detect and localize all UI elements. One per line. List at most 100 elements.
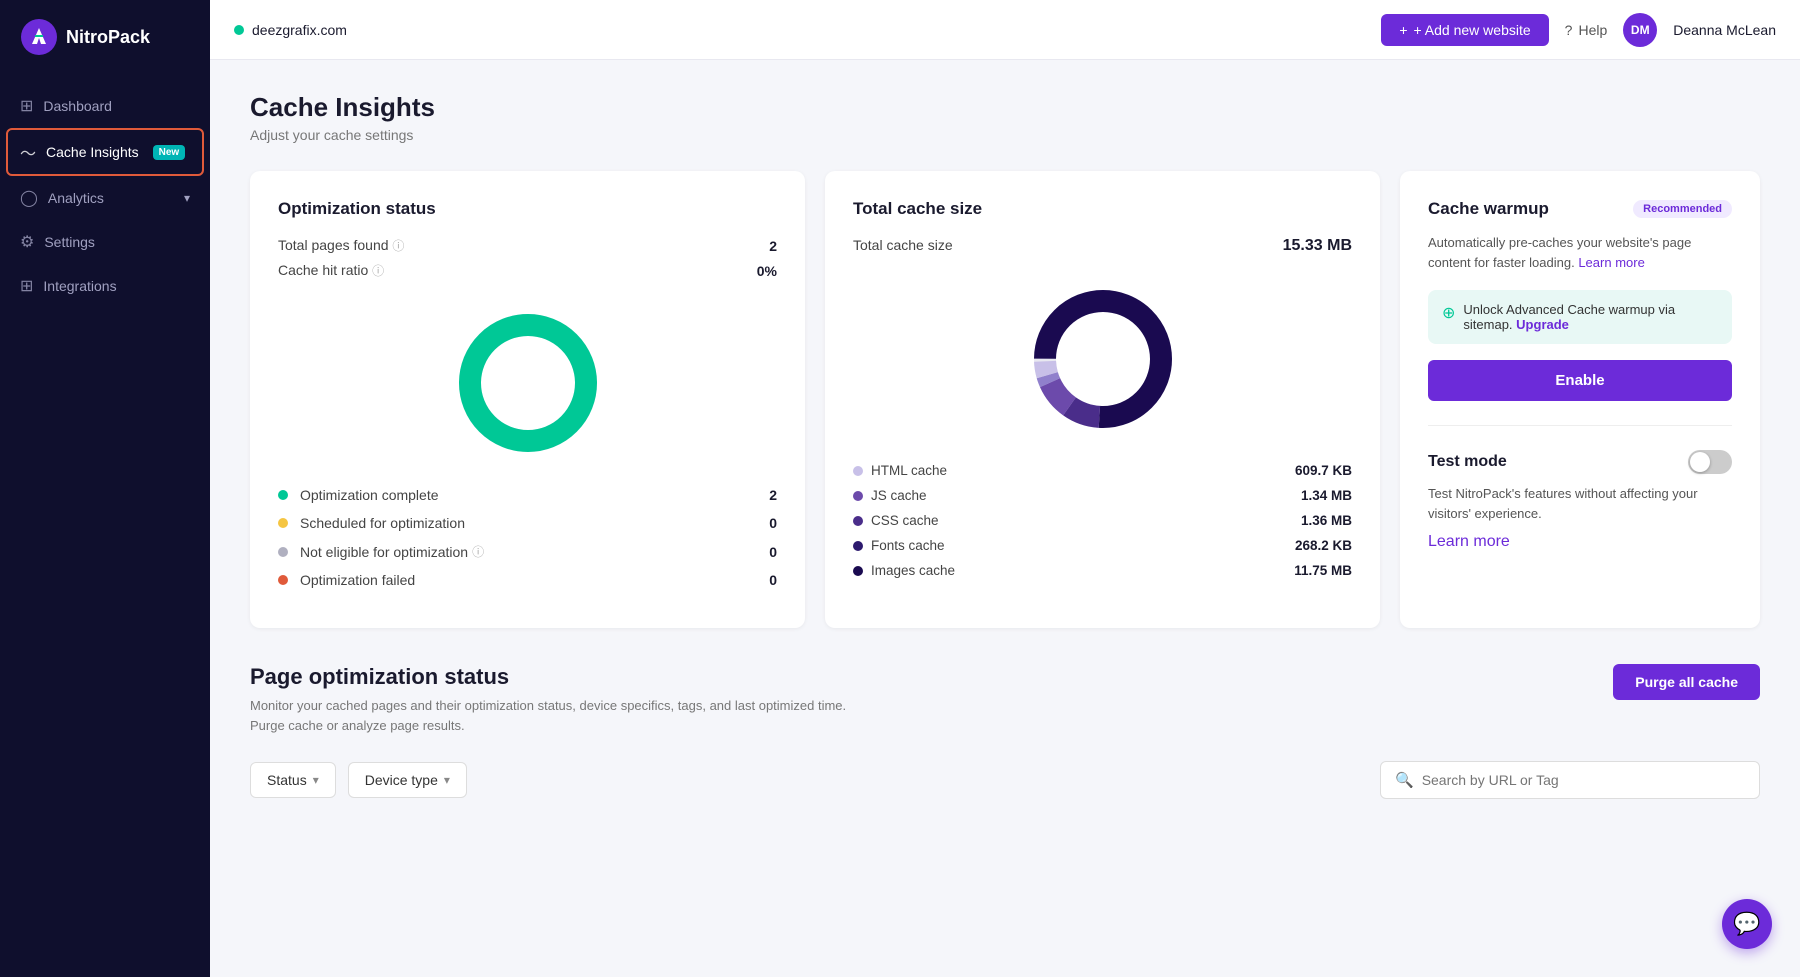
- info-icon[interactable]: ⓘ: [372, 264, 384, 278]
- cache-total-label: Total cache size: [853, 237, 953, 255]
- sidebar-item-label: Analytics: [48, 190, 104, 206]
- legend-item-not-eligible: Not eligible for optimization ⓘ 0: [278, 543, 777, 560]
- cache-total-row: Total cache size 15.33 MB: [853, 237, 1352, 255]
- cache-dot-images: [853, 566, 863, 576]
- warmup-description: Automatically pre-caches your website's …: [1428, 233, 1732, 272]
- js-cache-size: 1.34 MB: [1301, 488, 1352, 503]
- add-website-button[interactable]: + + Add new website: [1381, 14, 1548, 46]
- cache-dot-fonts: [853, 541, 863, 551]
- sidebar-item-cache-insights[interactable]: 〜 Cache Insights New: [8, 130, 202, 174]
- sidebar-item-analytics[interactable]: ◯ Analytics ▾: [0, 176, 210, 220]
- page-title: Cache Insights: [250, 92, 1760, 123]
- cache-hit-value: 0%: [757, 263, 777, 279]
- test-mode-description: Test NitroPack's features without affect…: [1428, 484, 1732, 523]
- toggle-knob: [1690, 452, 1710, 472]
- cache-legend-js: JS cache 1.34 MB: [853, 488, 1352, 503]
- optimization-status-title: Optimization status: [278, 199, 777, 219]
- cards-row: Optimization status Total pages found ⓘ …: [250, 171, 1760, 628]
- legend-dot-complete: [278, 490, 288, 500]
- page-content-area: Cache Insights Adjust your cache setting…: [210, 60, 1800, 977]
- legend-count-not-eligible: 0: [769, 544, 777, 560]
- site-indicator: deezgrafix.com: [234, 22, 347, 38]
- page-subtitle: Adjust your cache settings: [250, 127, 1760, 143]
- legend-item-complete: Optimization complete 2: [278, 487, 777, 503]
- cache-donut-svg: [1023, 279, 1183, 439]
- cache-hit-label: Cache hit ratio ⓘ: [278, 262, 384, 279]
- images-cache-size: 11.75 MB: [1294, 563, 1352, 578]
- user-avatar: DM: [1623, 13, 1657, 47]
- header-right: + + Add new website ? Help DM Deanna McL…: [1381, 13, 1776, 47]
- analytics-icon: ◯: [20, 188, 38, 208]
- cache-hit-row: Cache hit ratio ⓘ 0%: [278, 262, 777, 279]
- upgrade-text: Unlock Advanced Cache warmup via sitemap…: [1463, 302, 1718, 332]
- html-cache-size: 609.7 KB: [1295, 463, 1352, 478]
- warmup-title: Cache warmup: [1428, 199, 1549, 219]
- legend-dot-not-eligible: [278, 547, 288, 557]
- chevron-down-icon: ▾: [444, 773, 450, 787]
- status-filter-button[interactable]: Status ▾: [250, 762, 336, 798]
- legend-item-scheduled: Scheduled for optimization 0: [278, 515, 777, 531]
- logo-text: NitroPack: [66, 27, 150, 48]
- sidebar-item-settings[interactable]: ⚙ Settings: [0, 220, 210, 264]
- user-name: Deanna McLean: [1673, 22, 1776, 38]
- sidebar-navigation: ⊞ Dashboard 〜 Cache Insights New ◯ Analy…: [0, 74, 210, 318]
- dashboard-icon: ⊞: [20, 96, 33, 116]
- page-optimization-section: Page optimization status Monitor your ca…: [250, 664, 1760, 799]
- upgrade-link[interactable]: Upgrade: [1516, 317, 1569, 332]
- cache-legend-fonts: Fonts cache 268.2 KB: [853, 538, 1352, 553]
- site-name: deezgrafix.com: [252, 22, 347, 38]
- enable-button[interactable]: Enable: [1428, 360, 1732, 401]
- legend-count-failed: 0: [769, 572, 777, 588]
- sidebar-item-label: Cache Insights: [46, 144, 139, 160]
- cache-donut-chart: [853, 279, 1352, 439]
- chevron-down-icon: ▾: [313, 773, 319, 787]
- css-cache-size: 1.36 MB: [1301, 513, 1352, 528]
- add-website-label: + Add new website: [1414, 22, 1531, 38]
- help-icon: ?: [1565, 22, 1573, 38]
- device-type-filter-button[interactable]: Device type ▾: [348, 762, 467, 798]
- cache-dot-js: [853, 491, 863, 501]
- new-badge: New: [153, 145, 186, 160]
- test-mode-title: Test mode: [1428, 453, 1507, 471]
- cache-legend-css: CSS cache 1.36 MB: [853, 513, 1352, 528]
- device-type-filter-label: Device type: [365, 772, 438, 788]
- info-icon[interactable]: ⓘ: [392, 239, 404, 253]
- site-status-dot: [234, 25, 244, 35]
- legend-count-complete: 2: [769, 487, 777, 503]
- section-title: Page optimization status: [250, 664, 846, 690]
- learn-more-link[interactable]: Learn more: [1578, 255, 1644, 270]
- info-icon[interactable]: ⓘ: [472, 543, 484, 560]
- total-pages-row: Total pages found ⓘ 2: [278, 237, 777, 254]
- page-header: deezgrafix.com + + Add new website ? Hel…: [210, 0, 1800, 60]
- nitropack-logo-icon: [20, 18, 58, 56]
- sidebar: NitroPack ⊞ Dashboard 〜 Cache Insights N…: [0, 0, 210, 977]
- chat-button[interactable]: 💬: [1722, 899, 1772, 949]
- integrations-icon: ⊞: [20, 276, 33, 296]
- legend-dot-scheduled: [278, 518, 288, 528]
- purge-all-cache-button[interactable]: Purge all cache: [1613, 664, 1760, 700]
- sidebar-item-dashboard[interactable]: ⊞ Dashboard: [0, 84, 210, 128]
- search-input[interactable]: [1422, 772, 1745, 788]
- optimization-donut-chart: [278, 303, 777, 463]
- sidebar-logo: NitroPack: [0, 0, 210, 74]
- test-mode-section: Test mode Test NitroPack's features with…: [1428, 425, 1732, 551]
- legend-count-scheduled: 0: [769, 515, 777, 531]
- legend-dot-failed: [278, 575, 288, 585]
- search-box: 🔍: [1380, 761, 1760, 799]
- cache-total-value: 15.33 MB: [1283, 237, 1352, 255]
- test-mode-toggle[interactable]: [1688, 450, 1732, 474]
- cache-dot-html: [853, 466, 863, 476]
- filters-row: Status ▾ Device type ▾ 🔍: [250, 761, 1760, 799]
- cache-dot-css: [853, 516, 863, 526]
- sidebar-item-integrations[interactable]: ⊞ Integrations: [0, 264, 210, 308]
- recommended-badge: Recommended: [1633, 200, 1732, 218]
- plus-icon: +: [1399, 22, 1407, 38]
- cache-legend-images: Images cache 11.75 MB: [853, 563, 1352, 578]
- help-button[interactable]: ? Help: [1565, 22, 1608, 38]
- test-mode-learn-more[interactable]: Learn more: [1428, 533, 1510, 550]
- donut-svg: [448, 303, 608, 463]
- total-cache-card: Total cache size Total cache size 15.33 …: [825, 171, 1380, 628]
- sidebar-item-label: Settings: [44, 234, 95, 250]
- fonts-cache-size: 268.2 KB: [1295, 538, 1352, 553]
- sidebar-item-label: Integrations: [43, 278, 116, 294]
